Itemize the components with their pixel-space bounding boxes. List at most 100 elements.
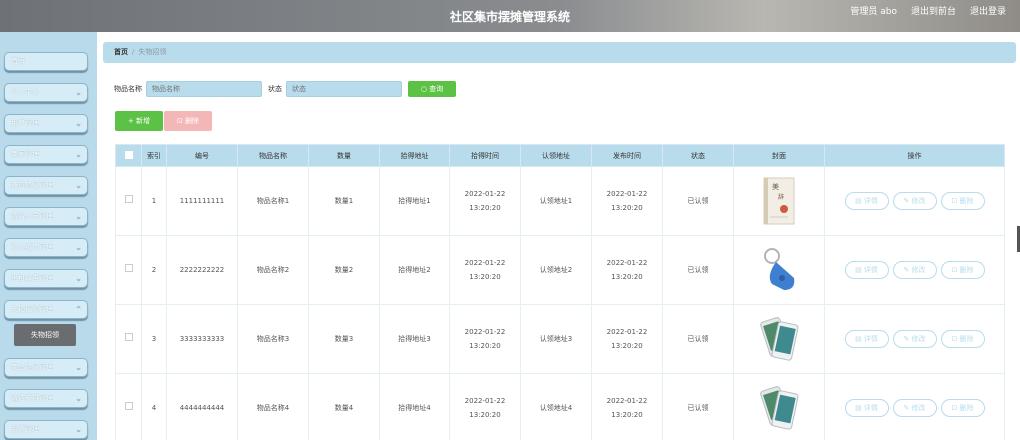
table-row: 3 3333333333 物品名称3 数量3 拾得地址3 2022-01-22 … bbox=[115, 304, 1005, 374]
edit-button[interactable]: ✎ 修改 bbox=[892, 192, 937, 210]
row-claim-address: 认领地址2 bbox=[520, 235, 592, 305]
column-header: 认领地址 bbox=[520, 144, 592, 167]
add-button[interactable]: + 新增 bbox=[115, 111, 163, 131]
sidebar-item-profile[interactable]: 个人中心 ⌄ bbox=[4, 83, 88, 102]
sidebar-item-cleaners[interactable]: 清洁人员管理 ⌄ bbox=[4, 207, 88, 226]
row-publish-time: 2022-01-22 13:20:20 bbox=[591, 304, 663, 374]
sidebar-item-products[interactable]: 商品信息管理 ⌄ bbox=[4, 358, 88, 377]
column-header: 编号 bbox=[166, 144, 238, 167]
top-header: 社区集市摆摊管理系统 管理员 abo 退出到前台 退出登录 bbox=[0, 0, 1020, 32]
row-checkbox[interactable] bbox=[124, 264, 133, 272]
edit-button[interactable]: ✎ 修改 bbox=[892, 261, 937, 279]
detail-button[interactable]: ▤ 详情 bbox=[844, 261, 889, 279]
detail-label: 详情 bbox=[863, 335, 878, 343]
sidebar-item-label: 系统管理 bbox=[11, 425, 39, 433]
detail-button[interactable]: ▤ 详情 bbox=[844, 399, 889, 417]
column-header: 拾得时间 bbox=[449, 144, 521, 167]
phone-image bbox=[760, 386, 799, 430]
sidebar-item-income[interactable]: 收入统计管理 ⌄ bbox=[4, 238, 88, 257]
book-cover-image: 美 辞 bbox=[763, 177, 795, 225]
delete-button[interactable]: ⊡ 删除 bbox=[940, 261, 985, 279]
row-cover-cell: 美 辞 bbox=[733, 166, 825, 236]
row-quantity: 数量2 bbox=[308, 235, 380, 305]
add-button-label: 新增 bbox=[136, 117, 151, 125]
trash-icon: ⊡ bbox=[951, 197, 958, 205]
row-checkbox[interactable] bbox=[124, 333, 133, 341]
edit-label: 修改 bbox=[911, 197, 926, 205]
row-cover-cell bbox=[733, 373, 825, 440]
batch-delete-button[interactable]: ⊡ 删除 bbox=[164, 111, 212, 131]
sidebar-item-home[interactable]: 首页 bbox=[4, 52, 88, 71]
row-checkbox[interactable] bbox=[124, 402, 133, 410]
search-bar: 物品名称 状态 ○ 查询 bbox=[114, 80, 456, 98]
exit-to-front-link[interactable]: 退出到前台 bbox=[911, 4, 956, 17]
sidebar-item-merchants[interactable]: 商家管理 ⌄ bbox=[4, 145, 88, 164]
delete-button[interactable]: ⊡ 删除 bbox=[940, 330, 985, 348]
detail-button[interactable]: ▤ 详情 bbox=[844, 330, 889, 348]
logout-link[interactable]: 退出登录 bbox=[970, 4, 1006, 17]
query-button[interactable]: ○ 查询 bbox=[408, 81, 456, 97]
chevron-down-icon: ⌄ bbox=[75, 394, 82, 403]
row-cover-cell bbox=[733, 235, 825, 305]
row-index: 3 bbox=[141, 304, 167, 374]
trash-icon: ⊡ bbox=[951, 266, 958, 274]
delete-button[interactable]: ⊡ 删除 bbox=[940, 399, 985, 417]
sidebar-item-cleaning-schedule[interactable]: 清洁安排管理 ⌄ bbox=[4, 389, 88, 408]
detail-icon: ▤ bbox=[855, 197, 862, 205]
detail-icon: ▤ bbox=[855, 266, 862, 274]
row-item-name: 物品名称1 bbox=[237, 166, 309, 236]
sidebar-item-stalls[interactable]: 摊位信息管理 ⌄ bbox=[4, 176, 88, 195]
row-found-time: 2022-01-22 13:20:20 bbox=[449, 166, 521, 236]
row-code: 3333333333 bbox=[166, 304, 238, 374]
chevron-down-icon: ⌄ bbox=[75, 243, 82, 252]
edit-button[interactable]: ✎ 修改 bbox=[892, 399, 937, 417]
sidebar-item-label: 失物招领管理 bbox=[11, 305, 53, 313]
sidebar-subitem-lost-found[interactable]: 失物招领 bbox=[14, 324, 76, 346]
breadcrumb-home[interactable]: 首页 bbox=[114, 48, 128, 56]
sidebar-item-rental-notices[interactable]: 出租公告管理 ⌄ bbox=[4, 269, 88, 288]
row-status: 已认领 bbox=[662, 235, 734, 305]
sidebar-item-system[interactable]: 系统管理 ⌄ bbox=[4, 420, 88, 439]
chevron-down-icon: ⌄ bbox=[75, 181, 82, 190]
table-header-row: 索引 编号 物品名称 数量 拾得地址 拾得时间 认领地址 发布时间 状态 封面 … bbox=[115, 144, 1005, 167]
chevron-down-icon: ⌄ bbox=[75, 119, 82, 128]
row-quantity: 数量1 bbox=[308, 166, 380, 236]
row-code: 2222222222 bbox=[166, 235, 238, 305]
detail-icon: ▤ bbox=[855, 404, 862, 412]
breadcrumb-separator: / bbox=[132, 48, 135, 56]
row-found-address: 拾得地址2 bbox=[379, 235, 450, 305]
row-publish-time: 2022-01-22 13:20:20 bbox=[591, 373, 663, 440]
edit-button[interactable]: ✎ 修改 bbox=[892, 330, 937, 348]
edit-label: 修改 bbox=[911, 404, 926, 412]
query-button-label: 查询 bbox=[429, 85, 444, 93]
header-links: 管理员 abo 退出到前台 退出登录 bbox=[850, 4, 1006, 17]
select-all-checkbox[interactable] bbox=[124, 150, 133, 159]
chevron-down-icon: ⌄ bbox=[75, 425, 82, 434]
row-code: 1111111111 bbox=[166, 166, 238, 236]
row-status: 已认领 bbox=[662, 304, 734, 374]
current-user: 管理员 abo bbox=[850, 7, 897, 17]
row-actions: ▤ 详情 ✎ 修改 ⊡ 删除 bbox=[824, 304, 1005, 374]
item-name-input[interactable] bbox=[146, 81, 262, 97]
trash-icon: ⊡ bbox=[951, 335, 958, 343]
chevron-down-icon: ⌄ bbox=[75, 212, 82, 221]
delete-label: 删除 bbox=[959, 266, 974, 274]
delete-button[interactable]: ⊡ 删除 bbox=[940, 192, 985, 210]
row-found-address: 拾得地址3 bbox=[379, 304, 450, 374]
sidebar-item-users[interactable]: 用户管理 ⌄ bbox=[4, 114, 88, 133]
keyfob-image bbox=[764, 248, 795, 290]
status-input[interactable] bbox=[286, 81, 402, 97]
select-all-cell[interactable] bbox=[115, 144, 142, 167]
chevron-down-icon: ⌄ bbox=[75, 88, 82, 97]
edit-icon: ✎ bbox=[903, 404, 910, 412]
sidebar-item-lost-found[interactable]: 失物招领管理 ⌃ bbox=[4, 300, 88, 319]
row-publish-time: 2022-01-22 13:20:20 bbox=[591, 166, 663, 236]
row-item-name: 物品名称4 bbox=[237, 373, 309, 440]
main-content: 首页 /失物招领 物品名称 状态 ○ 查询 + 新增 ⊡ 删除 索引 编号 物品名… bbox=[97, 32, 1020, 440]
row-checkbox[interactable] bbox=[124, 195, 133, 203]
batch-delete-label: 删除 bbox=[185, 117, 200, 125]
detail-button[interactable]: ▤ 详情 bbox=[844, 192, 889, 210]
sidebar-item-label: 清洁安排管理 bbox=[11, 394, 53, 402]
breadcrumb: 首页 / 失物招领 bbox=[103, 42, 1016, 63]
row-index: 4 bbox=[141, 373, 167, 440]
